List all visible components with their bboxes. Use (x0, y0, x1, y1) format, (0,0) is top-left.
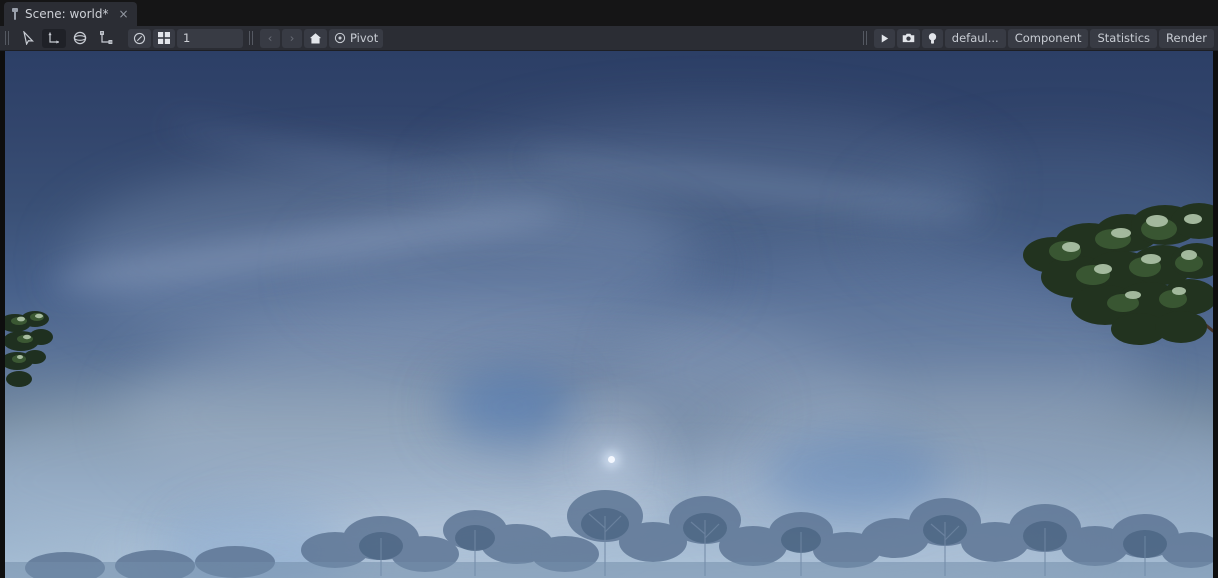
snap-magnet-icon (133, 32, 146, 45)
snap-toggle-button[interactable] (128, 28, 151, 48)
home-icon (309, 32, 322, 45)
pivot-button[interactable]: Pivot (329, 28, 384, 48)
layout-dropdown[interactable]: defaul... (944, 28, 1006, 48)
editor-window: Scene: world* × 1 ‹ › Pivot defaul... Co… (0, 0, 1218, 578)
home-button[interactable] (304, 28, 327, 48)
treeline-background (5, 458, 1213, 578)
statistics-button[interactable]: Statistics (1090, 28, 1158, 48)
pin-icon (11, 8, 19, 20)
close-icon[interactable]: × (118, 8, 128, 20)
pivot-label: Pivot (350, 31, 379, 45)
play-button[interactable] (873, 28, 895, 48)
rotate-sphere-icon (73, 31, 87, 45)
toolbar-grip[interactable] (3, 30, 12, 46)
camera-icon (902, 32, 915, 44)
nav-back-button[interactable]: ‹ (260, 28, 280, 48)
pivot-target-icon (334, 32, 346, 44)
render-button[interactable]: Render (1159, 28, 1214, 48)
scene-tab-bar: Scene: world* × (0, 0, 1218, 26)
component-button[interactable]: Component (1007, 28, 1089, 48)
toolbar-grip-2[interactable] (247, 30, 256, 46)
move-gizmo-icon (47, 31, 61, 45)
cursor-arrow-icon (21, 31, 35, 45)
viewport-toolbar: 1 ‹ › Pivot defaul... Component Statisti… (0, 26, 1218, 51)
scale-tool-button[interactable] (94, 29, 118, 48)
rotate-tool-button[interactable] (68, 29, 92, 48)
grid-toggle-button[interactable] (153, 28, 175, 48)
scene-tab[interactable]: Scene: world* × (4, 2, 137, 26)
move-tool-button[interactable] (42, 28, 66, 48)
viewport-3d[interactable] (5, 51, 1213, 578)
nav-forward-button[interactable]: › (282, 28, 302, 48)
scale-gizmo-icon (99, 31, 113, 45)
grid-size-input[interactable]: 1 (177, 28, 243, 48)
lightbulb-icon (927, 32, 938, 45)
select-tool-button[interactable] (16, 29, 40, 48)
scene-tab-label: Scene: world* (25, 7, 109, 21)
light-button[interactable] (921, 28, 943, 48)
toolbar-grip-3[interactable] (861, 30, 870, 46)
camera-button[interactable] (896, 28, 920, 48)
tree-top-right (993, 163, 1213, 353)
tree-left-edge (5, 309, 57, 399)
play-icon (879, 33, 890, 44)
grid-2x2-icon (158, 32, 170, 44)
